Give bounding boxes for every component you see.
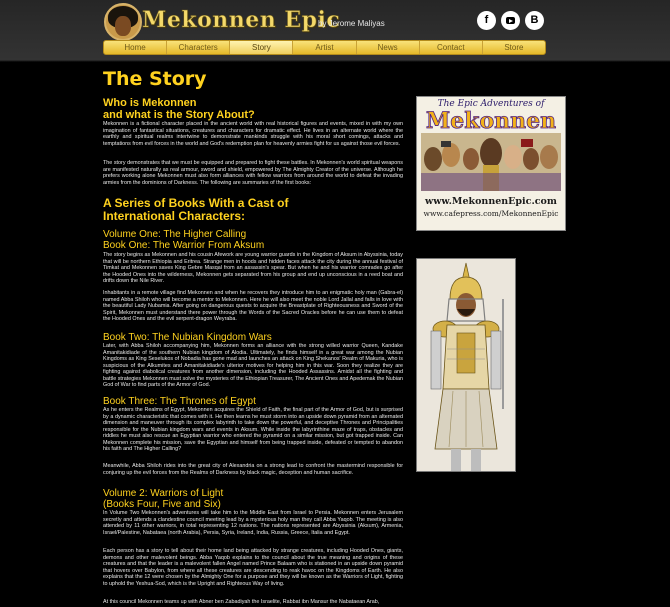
- book1-paragraph-2: Inhabitants in a remote village find Mek…: [103, 290, 403, 322]
- volume2-title-line1: Volume 2: Warriors of Light: [103, 488, 224, 499]
- cover-store-url: www.cafepress.com/MekonnenEpic: [423, 209, 559, 218]
- nav-news[interactable]: News: [357, 41, 420, 54]
- warrior-drawing: [417, 259, 515, 471]
- book1-paragraph-1: The story begins as Mekonnen and his cou…: [103, 252, 403, 284]
- youtube-icon[interactable]: [501, 11, 520, 30]
- site-logo-text[interactable]: Mekonnen Epic: [142, 7, 340, 34]
- volume2-paragraph-2: Each person has a story to tell about th…: [103, 548, 403, 587]
- section-heading-who-line2: and what is the Story About?: [103, 109, 255, 121]
- nav-story[interactable]: Story: [230, 41, 294, 54]
- intro-paragraph-2: The story demonstrates that we must be e…: [103, 160, 403, 186]
- nav-contact[interactable]: Contact: [420, 41, 483, 54]
- volume2-title-line2: (Books Four, Five and Six): [103, 499, 221, 510]
- nav-artist[interactable]: Artist: [293, 41, 357, 54]
- book3-paragraph-1: As he enters the Realms of Egypt, Mekonn…: [103, 407, 403, 452]
- section-heading-who-line1: Who is Mekonnen: [103, 97, 197, 109]
- facebook-glyph: f: [484, 14, 489, 26]
- book3-paragraph-2: Meanwhile, Abba Shiloh rides into the gr…: [103, 463, 403, 476]
- facebook-icon[interactable]: f: [477, 11, 496, 30]
- blogger-icon[interactable]: B: [525, 11, 544, 30]
- armored-warrior-illustration[interactable]: [416, 258, 516, 472]
- section-heading-series: A Series of Books With a Cast of Interna…: [103, 197, 403, 223]
- book3-title: Book Three: The Thrones of Egypt: [103, 396, 256, 407]
- cover-title: Mekonnen: [425, 108, 557, 135]
- youtube-play-icon: [506, 17, 515, 24]
- nav-home[interactable]: Home: [104, 41, 168, 54]
- volume2-paragraph-3: At this council Mekonnen teams up with A…: [103, 599, 380, 605]
- intro-paragraph-1: Mekonnen is a fictional character placed…: [103, 121, 403, 147]
- volume1-title: Volume One: The Higher Calling: [103, 229, 247, 240]
- section-heading-series-line2: International Characters:: [103, 209, 246, 223]
- author-byline: by Jerome Maliyas: [318, 19, 385, 28]
- book2-paragraph-1: Later, with Abba Shiloh accompanying him…: [103, 343, 403, 388]
- page: Mekonnen Epic by Jerome Maliyas f B Home…: [0, 0, 670, 607]
- cover-characters-illustration: [421, 133, 561, 191]
- volume2-paragraph-1: In Volume Two Mekonnen's adventures will…: [103, 510, 403, 536]
- book1-title: Book One: The Warrior From Aksum: [103, 240, 265, 251]
- logo-portrait-icon[interactable]: [104, 3, 142, 41]
- main-nav: Home Characters Story Artist News Contac…: [103, 40, 546, 55]
- cover-website-url: www.MekonnenEpic.com: [425, 196, 557, 207]
- nav-store[interactable]: Store: [483, 41, 545, 54]
- nav-characters[interactable]: Characters: [167, 41, 231, 54]
- blogger-glyph: B: [530, 14, 539, 26]
- page-title: The Story: [103, 68, 207, 90]
- section-heading-who: Who is Mekonnen and what is the Story Ab…: [103, 97, 403, 121]
- book2-title: Book Two: The Nubian Kingdom Wars: [103, 332, 272, 343]
- book-cover-image[interactable]: The Epic Adventures of Mekonnen www.Meko…: [416, 96, 566, 231]
